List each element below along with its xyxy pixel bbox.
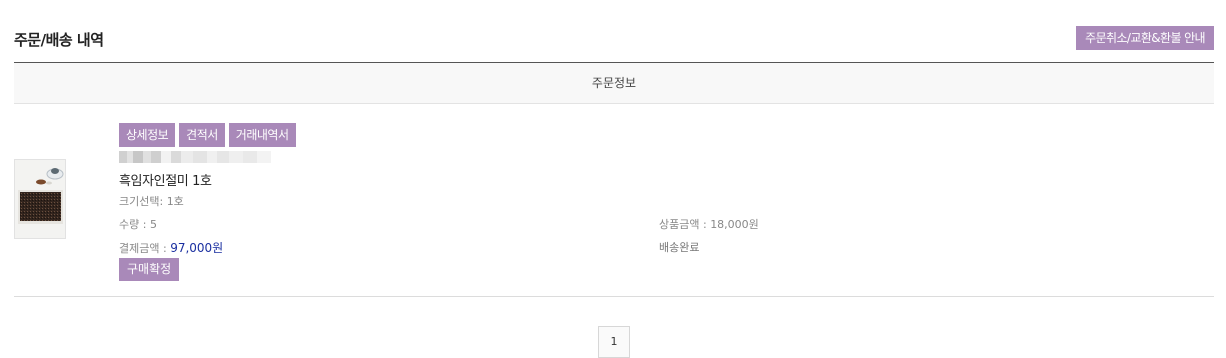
price-label: 상품금액 — [659, 218, 700, 231]
delivery-status: 배송완료 — [659, 241, 700, 254]
quantity-label: 수량 — [119, 218, 140, 231]
quantity-info: 수량 : 5 — [119, 218, 157, 231]
transaction-statement-button[interactable]: 거래내역서 — [228, 123, 296, 147]
product-price-info: 상품금액 : 18,000원 — [659, 218, 759, 231]
option-label: 크기선택 — [119, 195, 160, 208]
product-name[interactable]: 흑임자인절미 1호 — [119, 170, 212, 189]
option-info: 크기선택: 1호 — [119, 195, 184, 208]
product-image — [15, 160, 65, 238]
order-row: 상세정보 견적서 거래내역서 흑임자인절미 1호 크기선택: 1호 수량 : 5… — [14, 103, 1214, 297]
pagination-current-page[interactable]: 1 — [598, 326, 630, 358]
redacted-order-number — [119, 151, 287, 163]
order-action-buttons: 상세정보 견적서 거래내역서 — [119, 123, 296, 147]
quotation-button[interactable]: 견적서 — [179, 123, 225, 147]
payment-info: 결제금액 : 97,000원 — [119, 241, 224, 255]
option-value: 1호 — [166, 195, 184, 208]
order-info-header: 주문정보 — [14, 62, 1214, 104]
cancel-exchange-refund-guide-button[interactable]: 주문취소/교환&환불 안내 — [1076, 26, 1214, 50]
purchase-confirm-button[interactable]: 구매확정 — [119, 258, 180, 281]
product-thumbnail[interactable] — [14, 159, 66, 239]
payment-label: 결제금액 — [119, 242, 160, 255]
page-title: 주문/배송 내역 — [14, 31, 104, 49]
payment-amount: 97,000원 — [170, 241, 224, 255]
quantity-value: 5 — [149, 218, 157, 231]
price-value: 18,000원 — [710, 218, 759, 231]
detail-info-button[interactable]: 상세정보 — [119, 123, 176, 147]
